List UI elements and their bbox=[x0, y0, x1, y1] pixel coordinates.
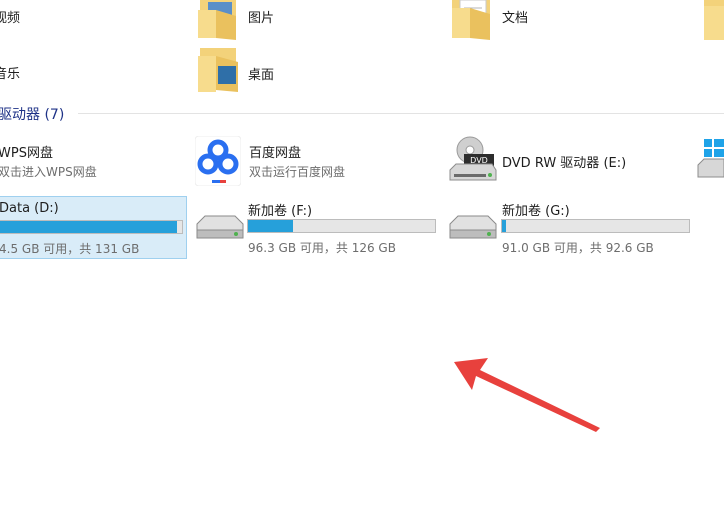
drive-f-usage: 96.3 GB 可用，共 126 GB bbox=[248, 241, 396, 255]
desktop-folder-icon bbox=[198, 48, 238, 92]
documents-folder-icon bbox=[452, 0, 490, 40]
red-arrow-annotation bbox=[454, 358, 600, 432]
drives-section-header[interactable]: 驱动器 (7) bbox=[0, 104, 64, 124]
drive-f-capacity-bar bbox=[247, 219, 436, 233]
dvd-drive-icon: DVD bbox=[449, 136, 497, 181]
hard-drive-icon bbox=[449, 215, 497, 239]
hard-drive-icon bbox=[196, 215, 244, 239]
folder-music-label: 音乐 bbox=[0, 67, 21, 82]
drive-g-capacity-bar bbox=[501, 219, 690, 233]
baidu-cloud-drive-name: 百度网盘 bbox=[249, 146, 302, 161]
folder-music[interactable]: 音乐 bbox=[0, 50, 180, 94]
drive-d-capacity-fill bbox=[0, 221, 177, 233]
folder-pictures-label: 图片 bbox=[248, 11, 275, 26]
drive-d[interactable]: Data (D:) 4.5 GB 可用，共 131 GB bbox=[0, 196, 187, 259]
section-divider bbox=[78, 113, 724, 114]
pictures-folder-icon bbox=[198, 0, 236, 40]
wps-cloud-drive-name: WPS网盘 bbox=[0, 146, 53, 161]
drive-d-capacity-bar bbox=[0, 220, 183, 234]
folder-desktop[interactable]: 桌面 bbox=[196, 46, 416, 96]
drive-f-name: 新加卷 (F:) bbox=[248, 204, 313, 219]
folder-pictures[interactable]: 图片 bbox=[196, 0, 416, 40]
wps-cloud-drive-subtitle: 双击进入WPS网盘 bbox=[0, 165, 97, 179]
wps-cloud-drive[interactable]: WPS网盘 双击进入WPS网盘 bbox=[0, 136, 186, 184]
baidu-cloud-drive-subtitle: 双击运行百度网盘 bbox=[249, 165, 346, 179]
drive-f-capacity-fill bbox=[248, 220, 293, 232]
folder-videos-label: 视频 bbox=[0, 11, 21, 26]
drive-g-capacity-fill bbox=[502, 220, 506, 232]
drive-g[interactable]: 新加卷 (G:) 91.0 GB 可用，共 92.6 GB bbox=[446, 196, 692, 259]
drive-g-usage: 91.0 GB 可用，共 92.6 GB bbox=[502, 241, 654, 255]
folder-desktop-label: 桌面 bbox=[248, 68, 275, 83]
baidu-cloud-drive[interactable]: 百度网盘 双击运行百度网盘 bbox=[193, 136, 433, 186]
drive-d-name: Data (D:) bbox=[0, 201, 59, 216]
baidu-netdisk-icon bbox=[195, 136, 241, 186]
drive-g-name: 新加卷 (G:) bbox=[502, 204, 570, 219]
dvd-drive-name: DVD RW 驱动器 (E:) bbox=[502, 156, 627, 171]
drive-f[interactable]: 新加卷 (F:) 96.3 GB 可用，共 126 GB bbox=[193, 196, 439, 259]
folder-documents[interactable]: 文档 bbox=[450, 0, 670, 40]
windows-logo-icon[interactable] bbox=[696, 137, 724, 181]
folder-videos[interactable]: 视频 bbox=[0, 0, 180, 40]
drive-d-usage: 4.5 GB 可用，共 131 GB bbox=[0, 242, 140, 256]
folder-icon[interactable] bbox=[700, 0, 724, 40]
folder-documents-label: 文档 bbox=[502, 11, 529, 26]
dvd-drive[interactable]: DVD DVD RW 驱动器 (E:) bbox=[446, 136, 686, 186]
